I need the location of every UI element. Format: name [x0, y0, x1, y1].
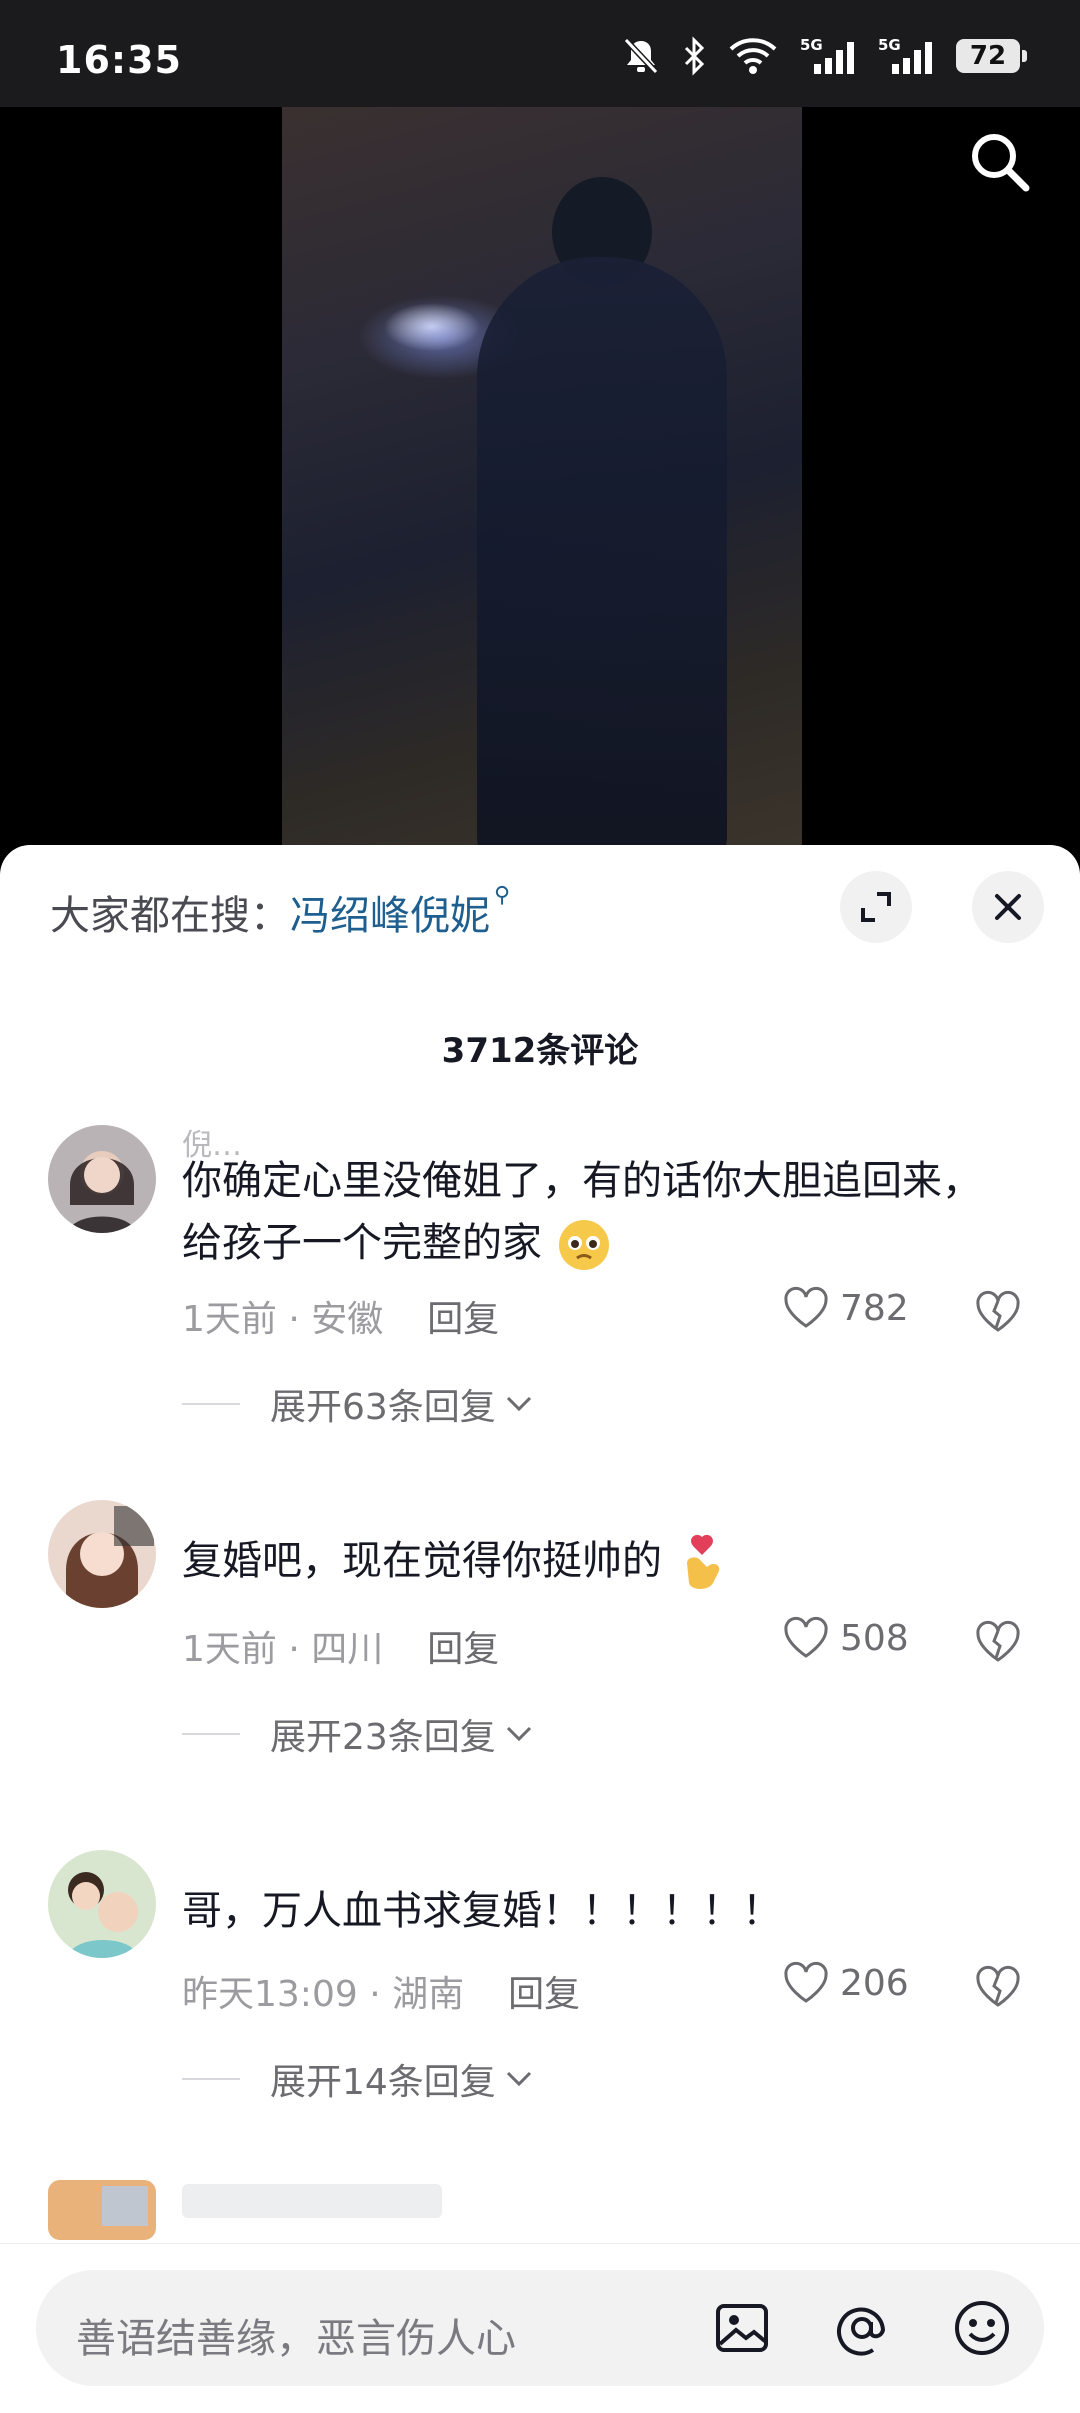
signal-2-icon: 5G: [878, 36, 934, 76]
expand-icon: [861, 892, 891, 922]
pleading-face-emoji-icon: [558, 1220, 609, 1270]
chevron-down-icon: [506, 1396, 531, 1412]
bluetooth-icon: [684, 36, 705, 76]
emoji-icon[interactable]: [952, 2298, 1012, 2358]
comment-input[interactable]: 善语结善缘，恶言伤人心: [36, 2270, 1044, 2386]
comment-text: 哥，万人血书求复婚！！！！！！: [182, 1888, 782, 1934]
close-button[interactable]: [972, 871, 1044, 943]
broken-heart-icon[interactable]: [974, 1620, 1022, 1664]
trending-search-prefix: 大家都在搜：: [50, 893, 290, 939]
wifi-icon: [729, 38, 777, 74]
expand-replies-button[interactable]: 展开63条回复: [182, 1378, 536, 1430]
broken-heart-icon[interactable]: [974, 1290, 1022, 1334]
heart-icon: [784, 1961, 828, 2003]
chevron-down-icon: [506, 1726, 531, 1742]
battery-indicator: 72: [956, 39, 1027, 73]
avatar[interactable]: [48, 2180, 156, 2240]
expand-replies-button[interactable]: 展开23条回复: [182, 1708, 536, 1760]
video-frame: [282, 107, 802, 847]
trending-search-term[interactable]: 冯绍峰倪妮: [290, 893, 490, 939]
mention-icon[interactable]: [832, 2298, 892, 2358]
like-count: 508: [840, 1617, 909, 1659]
comment-input-placeholder: 善语结善缘，恶言伤人心: [76, 2316, 516, 2362]
mini-search-icon: ⚲: [494, 883, 511, 908]
comment-meta: 1天前 · 安徽 回复: [182, 1290, 499, 1342]
comment-meta: 昨天13:09 · 湖南 回复: [182, 1965, 580, 2017]
avatar[interactable]: [48, 1500, 156, 1608]
finger-heart-emoji-icon: [686, 1534, 720, 1589]
signal-1-icon: 5G: [800, 36, 856, 76]
like-button[interactable]: 782: [782, 1286, 909, 1330]
comment-sheet: 大家都在搜：冯绍峰倪妮 ⚲ 3712条评论 倪… 你确定心里没俺姐了，有的话你大胆…: [0, 845, 1080, 2412]
chevron-down-icon: [506, 2071, 531, 2087]
blurred-username: [182, 2184, 442, 2218]
trending-search[interactable]: 大家都在搜：冯绍峰倪妮 ⚲: [50, 883, 510, 941]
mute-bell-icon: [623, 37, 659, 75]
comment-text: 复婚吧，现在觉得你挺帅的: [182, 1530, 1012, 1593]
status-bar: 16:35 5G 5G 72: [0, 0, 1080, 107]
search-icon[interactable]: [966, 128, 1032, 194]
heart-icon: [784, 1616, 828, 1658]
image-icon[interactable]: [712, 2298, 772, 2358]
expand-replies-button[interactable]: 展开14条回复: [182, 2053, 536, 2105]
reply-button[interactable]: 回复: [427, 1629, 499, 1670]
comment-count: 3712条评论: [441, 1031, 639, 1071]
comment-time-location: 昨天13:09 · 湖南: [182, 1974, 465, 2015]
expand-button[interactable]: [840, 871, 912, 943]
avatar[interactable]: [48, 1125, 156, 1233]
status-time: 16:35: [56, 38, 182, 82]
like-count: 782: [840, 1287, 909, 1329]
comment-text: 你确定心里没俺姐了，有的话你大胆追回来，给孩子一个完整的家: [182, 1150, 1012, 1274]
video-person: [477, 257, 727, 847]
close-icon: [995, 894, 1021, 920]
comment-input-bar: 善语结善缘，恶言伤人心: [0, 2243, 1080, 2413]
reply-button[interactable]: 回复: [427, 1299, 499, 1340]
broken-heart-icon[interactable]: [974, 1965, 1022, 2009]
avatar[interactable]: [48, 1850, 156, 1958]
comment-meta: 1天前 · 四川 回复: [182, 1620, 499, 1672]
comment-time-location: 1天前 · 四川: [182, 1629, 384, 1670]
comment-time-location: 1天前 · 安徽: [182, 1299, 384, 1340]
video-player[interactable]: [0, 107, 1080, 847]
status-icons: 5G 5G 72: [622, 36, 1027, 76]
like-button[interactable]: 508: [782, 1616, 909, 1660]
like-button[interactable]: 206: [782, 1961, 909, 2005]
heart-icon: [784, 1286, 828, 1328]
like-count: 206: [840, 1962, 909, 2004]
reply-button[interactable]: 回复: [508, 1974, 580, 2015]
